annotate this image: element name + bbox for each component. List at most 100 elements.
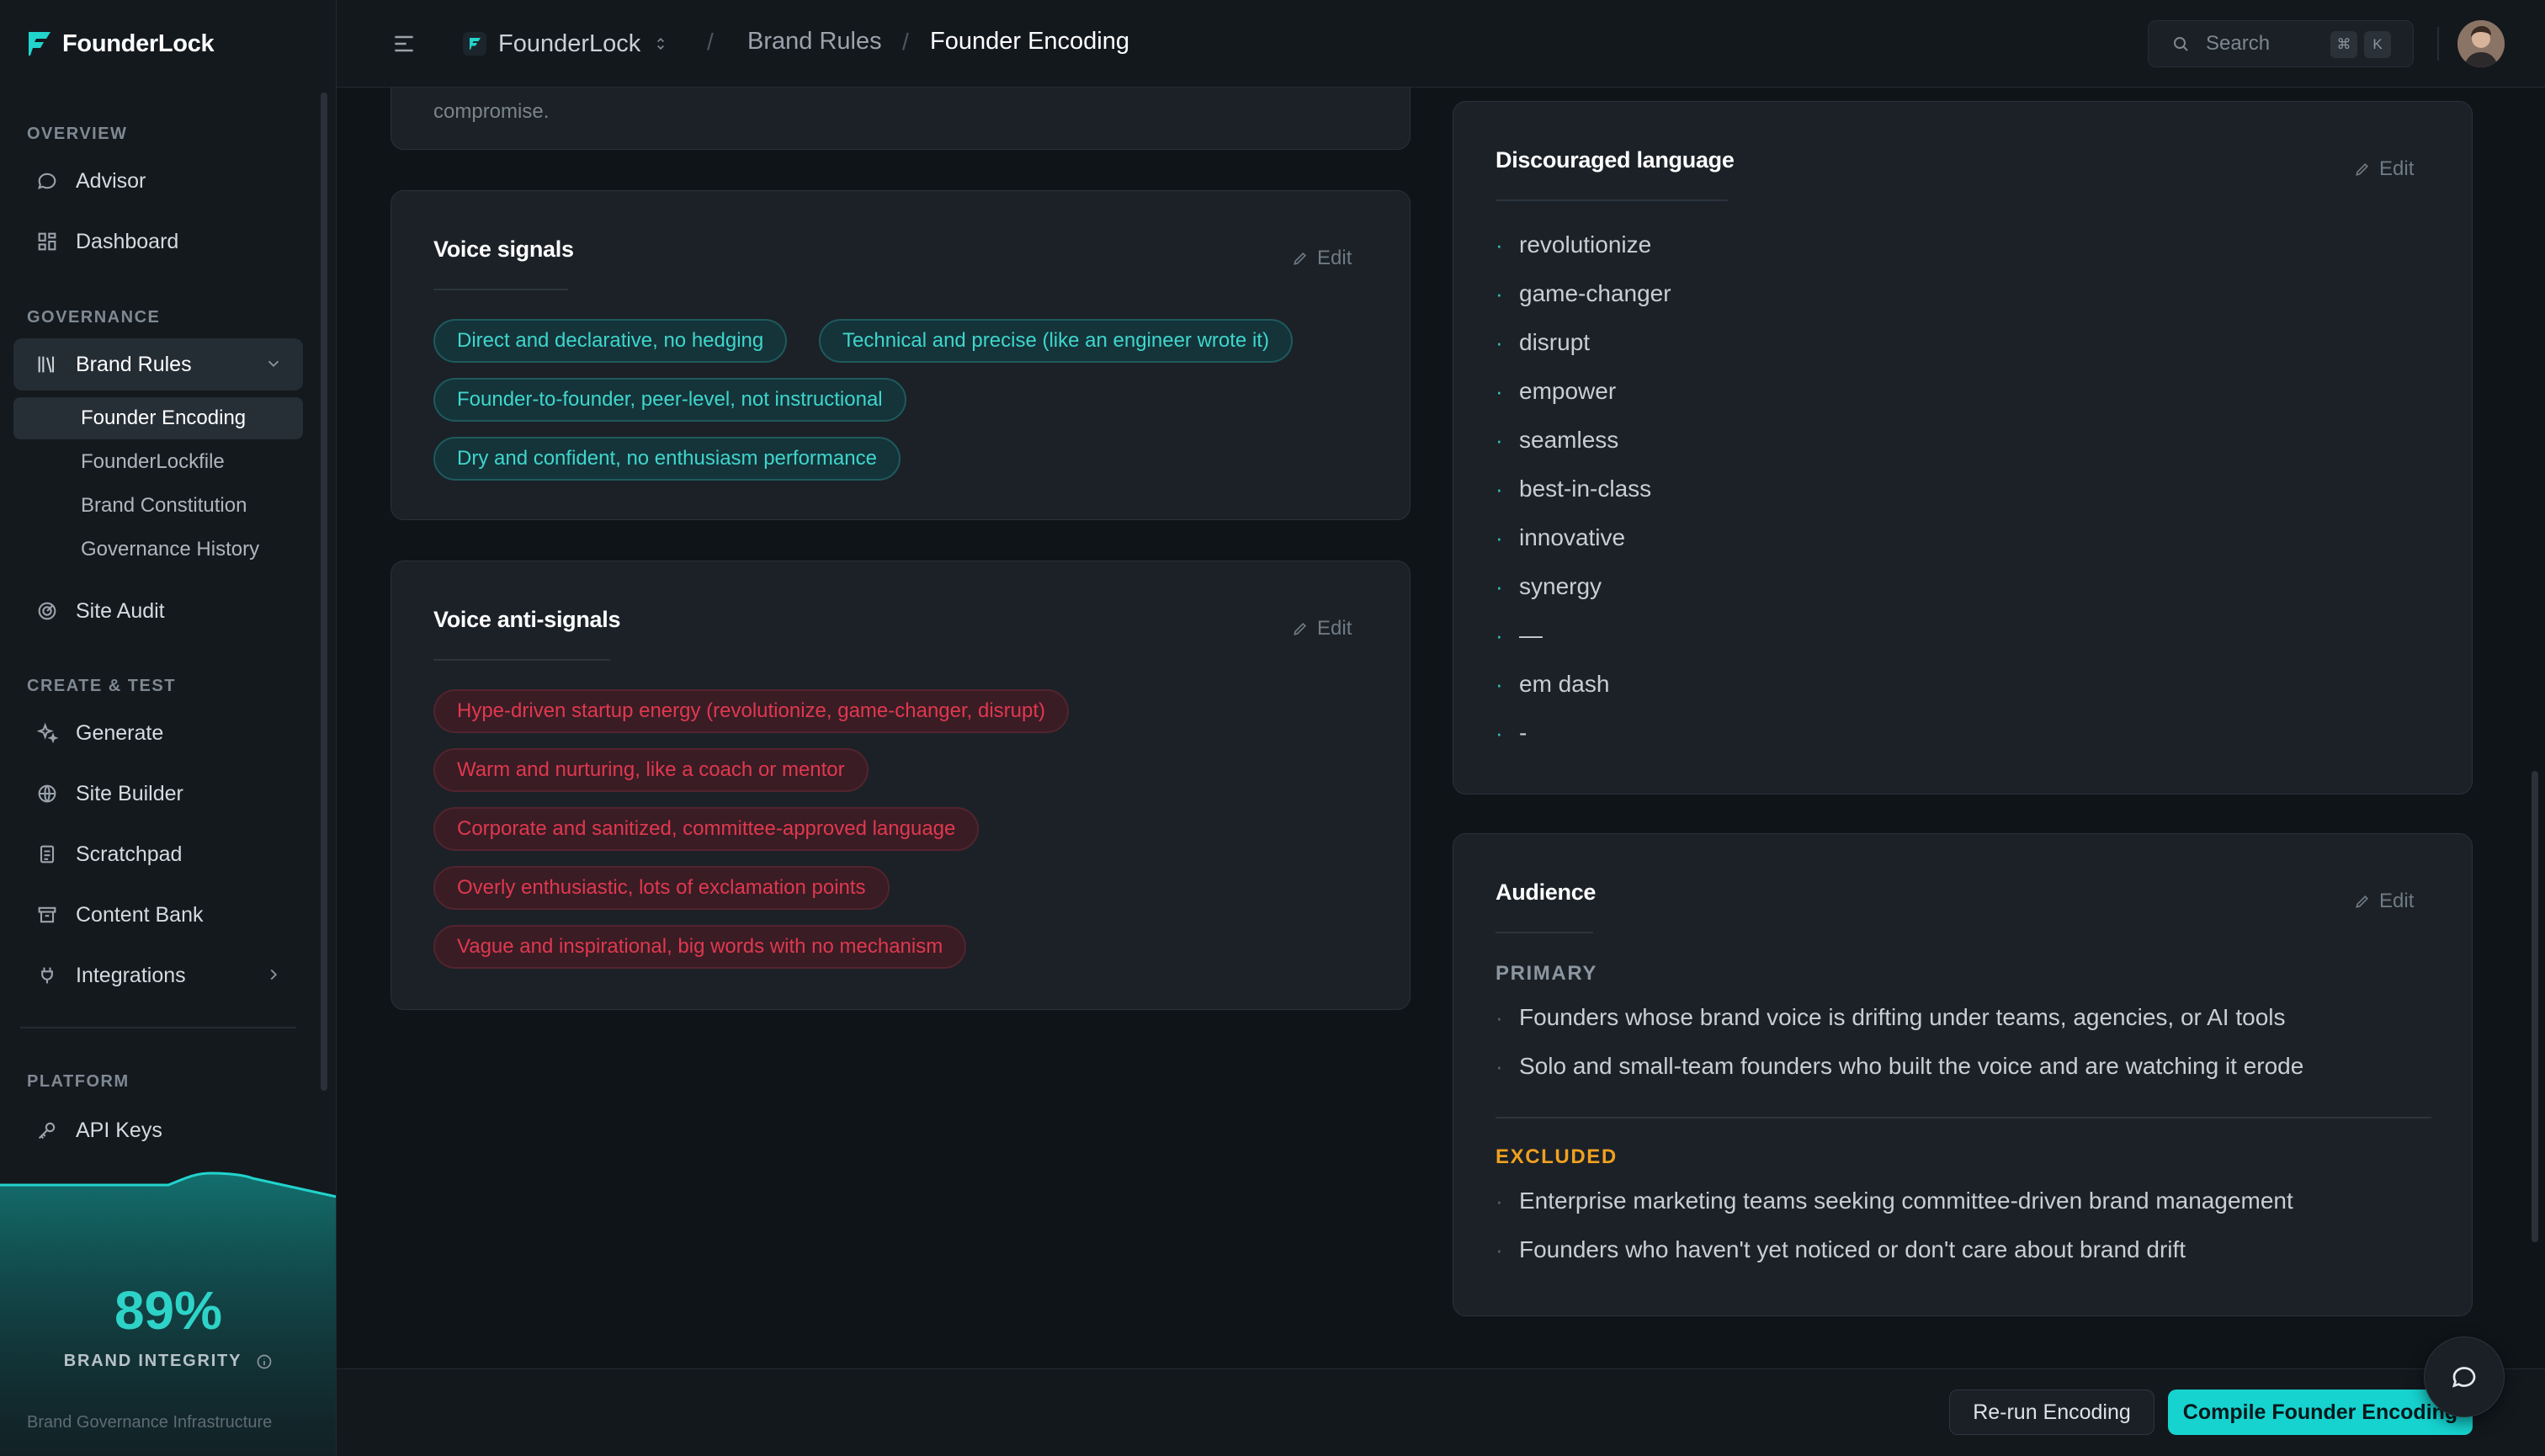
voice-signal-chip[interactable]: Technical and precise (like an engineer … [819, 319, 1293, 363]
workspace-name: FounderLock [498, 29, 641, 57]
brand-logo[interactable]: FounderLock [27, 25, 215, 62]
brand-integrity-widget[interactable]: 89% BRAND INTEGRITY [0, 1161, 336, 1456]
list-item: · empower [1496, 378, 1616, 405]
voice-anti-signal-chip[interactable]: Vague and inspirational, big words with … [433, 925, 967, 969]
sidebar-item-label: Site Builder [76, 781, 183, 805]
app-name: FounderLock [62, 29, 215, 57]
workspace-switcher[interactable]: FounderLock [463, 22, 669, 66]
discouraged-term: disrupt [1519, 329, 1591, 355]
workspace-logo-icon [463, 32, 486, 56]
rerun-encoding-button[interactable]: Re-run Encoding [1949, 1390, 2154, 1435]
list-item: · Founders who haven't yet noticed or don… [1496, 1236, 2186, 1263]
shortcut-key-cmd: ⌘ [2330, 31, 2357, 58]
discouraged-language-edit-button[interactable]: Edit [2354, 157, 2414, 181]
sidebar-item-label: Generate [76, 720, 164, 745]
list-item: · Solo and small-team founders who built … [1496, 1053, 2303, 1080]
sidebar-item-dashboard[interactable]: Dashboard [13, 215, 303, 268]
chat-launcher-button[interactable] [2424, 1336, 2505, 1417]
sidebar-subitem-founderlockfile[interactable]: FounderLockfile [13, 441, 303, 483]
bullet-dot: · [1496, 329, 1503, 355]
main-scrollbar[interactable] [2532, 771, 2538, 1242]
sidebar-item-label: Advisor [76, 168, 146, 193]
voice-signal-chip[interactable]: Founder-to-founder, peer-level, not inst… [433, 378, 906, 422]
avatar[interactable] [2457, 20, 2505, 67]
voice-signals-edit-button[interactable]: Edit [1292, 247, 1352, 270]
voice-anti-signal-chip[interactable]: Overly enthusiastic, lots of exclamation… [433, 866, 890, 910]
audience-title: Audience [1496, 879, 1597, 905]
previous-card-text: compromise. [433, 100, 550, 123]
pencil-icon [2354, 161, 2371, 178]
voice-signal-chip[interactable]: Direct and declarative, no hedging [433, 319, 788, 363]
sidebar-item-brand-rules[interactable]: Brand Rules [13, 338, 303, 391]
discouraged-language-card: Discouraged language Edit · revolutionize… [1453, 101, 2473, 794]
bullet-dot: · [1496, 476, 1503, 502]
sparkles-icon [34, 720, 61, 747]
title-underline [1496, 932, 1593, 933]
chevron-right-icon[interactable] [264, 965, 283, 984]
bullet-dot: · [1496, 622, 1503, 648]
sidebar-item-label: Dashboard [76, 229, 179, 253]
sidebar-item-site-builder[interactable]: Site Builder [13, 768, 303, 820]
voice-anti-signals-edit-button[interactable]: Edit [1292, 617, 1352, 640]
search-placeholder: Search [2206, 32, 2271, 55]
action-bar: Re-run Encoding Compile Founder Encoding [337, 1368, 2545, 1456]
sidebar-item-scratchpad[interactable]: Scratchpad [13, 828, 303, 880]
brand-integrity-label: BRAND INTEGRITY [0, 1352, 336, 1371]
discouraged-language-title: Discouraged language [1496, 147, 1735, 173]
sidebar-item-label: Integrations [76, 963, 186, 987]
sidebar-subitem-governance-history[interactable]: Governance History [13, 529, 303, 571]
sidebar-subitem-brand-constitution[interactable]: Brand Constitution [13, 485, 303, 527]
sidebar: FounderLock OVERVIEW Advisor Dashboard G… [0, 0, 337, 1456]
edit-label: Edit [1317, 617, 1352, 640]
bullet-dot: · [1496, 280, 1503, 306]
list-item: · Founders whose brand voice is drifting … [1496, 1004, 2286, 1031]
chat-bubble-icon [34, 167, 61, 194]
search-icon [2170, 34, 2191, 54]
sidebar-item-label: Site Audit [76, 598, 165, 623]
bullet-dot: · [1496, 1053, 1503, 1079]
list-item: · em dash [1496, 671, 1609, 698]
chevron-down-icon[interactable] [264, 354, 283, 373]
chevron-updown-icon [652, 35, 669, 52]
edit-label: Edit [1317, 247, 1352, 269]
discouraged-term: best-in-class [1519, 476, 1652, 502]
key-icon [34, 1117, 61, 1144]
bullet-dot: · [1496, 1188, 1503, 1214]
founderlock-logo-icon [27, 30, 52, 57]
info-icon[interactable] [256, 1353, 273, 1370]
sidebar-item-integrations[interactable]: Integrations [13, 949, 303, 1002]
voice-signal-chip[interactable]: Dry and confident, no enthusiasm perform… [433, 437, 901, 481]
discouraged-term: empower [1519, 378, 1617, 404]
sidebar-item-generate[interactable]: Generate [13, 707, 303, 759]
section-label-overview: OVERVIEW [27, 125, 128, 143]
sidebar-item-advisor[interactable]: Advisor [13, 155, 303, 207]
audience-excluded-item: Enterprise marketing teams seeking commi… [1519, 1188, 2293, 1214]
bullet-dot: · [1496, 524, 1503, 550]
audience-edit-button[interactable]: Edit [2354, 890, 2414, 913]
breadcrumb-brand-rules[interactable]: Brand Rules [747, 28, 882, 56]
sidebar-item-site-audit[interactable]: Site Audit [13, 585, 303, 637]
search-input[interactable]: Search ⌘ K [2148, 20, 2414, 67]
sidebar-item-content-bank[interactable]: Content Bank [13, 889, 303, 941]
compile-founder-encoding-button[interactable]: Compile Founder Encoding [2168, 1390, 2473, 1435]
sidebar-toggle-icon[interactable] [391, 30, 417, 57]
previous-card: compromise. [391, 88, 1411, 150]
sidebar-scrollbar[interactable] [321, 93, 327, 1091]
voice-anti-signal-chip[interactable]: Warm and nurturing, like a coach or ment… [433, 748, 869, 792]
discouraged-term: — [1519, 622, 1543, 648]
voice-signals-title: Voice signals [433, 236, 574, 262]
sidebar-item-api-keys[interactable]: API Keys [13, 1104, 303, 1156]
title-underline [433, 659, 610, 661]
voice-anti-signal-chip[interactable]: Corporate and sanitized, committee-appro… [433, 807, 980, 851]
header-divider [2437, 27, 2439, 61]
discouraged-term: em dash [1519, 671, 1610, 697]
sidebar-subitem-founder-encoding[interactable]: Founder Encoding [13, 397, 303, 439]
discouraged-term: synergy [1519, 573, 1602, 599]
voice-anti-signal-chip[interactable]: Hype-driven startup energy (revolutioniz… [433, 689, 1070, 733]
list-item: · game-changer [1496, 280, 1671, 307]
bullet-dot: · [1496, 378, 1503, 404]
shortcut-key-k: K [2364, 31, 2391, 58]
discouraged-term: innovative [1519, 524, 1626, 550]
top-header: FounderLock / Brand Rules / Founder Enco… [337, 0, 2545, 88]
bullet-dot: · [1496, 427, 1503, 453]
